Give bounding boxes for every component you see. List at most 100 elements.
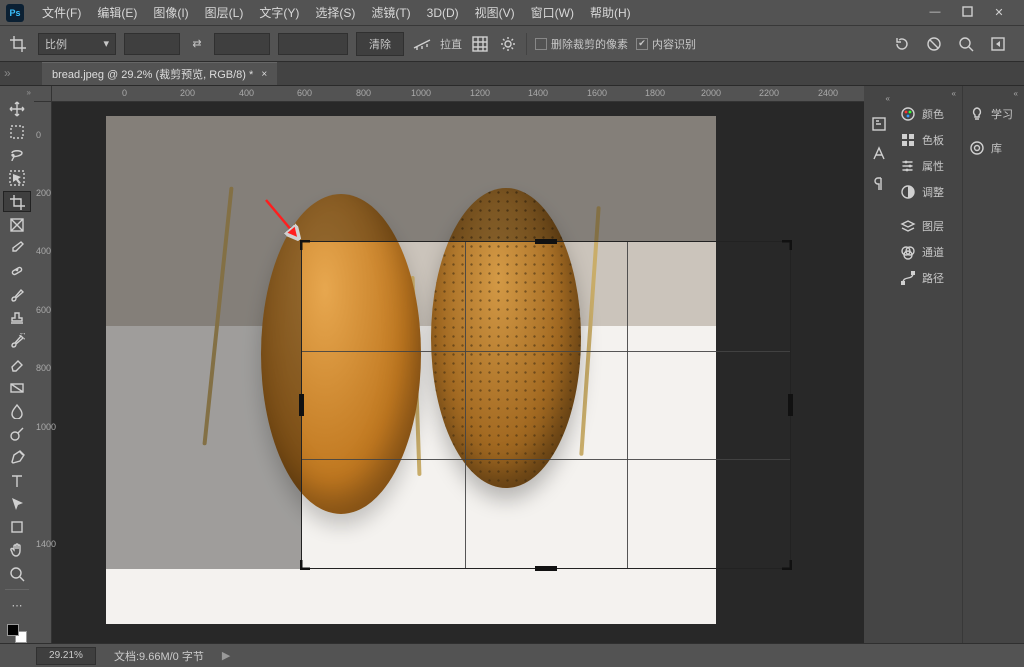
gradient-tool[interactable]: [3, 377, 31, 398]
history-brush-tool[interactable]: [3, 331, 31, 352]
panel-libraries[interactable]: 库: [963, 135, 1024, 161]
crop-handle-bottom[interactable]: [535, 566, 557, 571]
menu-edit[interactable]: 编辑(E): [89, 0, 145, 26]
crop-width-input[interactable]: [124, 33, 180, 55]
panel-color[interactable]: 颜色: [894, 101, 962, 127]
marquee-tool[interactable]: [3, 121, 31, 142]
panel-label: 路径: [922, 270, 944, 286]
crop-handle-top[interactable]: [535, 239, 557, 244]
content-aware-label: 内容识别: [652, 36, 696, 52]
paragraph-icon[interactable]: [869, 175, 889, 193]
dodge-tool[interactable]: [3, 424, 31, 445]
delete-cropped-checkbox[interactable]: 删除裁剪的像素: [535, 36, 628, 52]
pen-tool[interactable]: [3, 447, 31, 468]
crop-height-input[interactable]: [214, 33, 270, 55]
color-swatches[interactable]: [7, 624, 27, 643]
cancel-icon[interactable]: [924, 34, 944, 54]
ruler-horizontal[interactable]: 0 200 400 600 800 1000 1200 1400 1600 18…: [52, 86, 864, 102]
menu-view[interactable]: 视图(V): [467, 0, 523, 26]
menu-help[interactable]: 帮助(H): [582, 0, 639, 26]
zoom-input[interactable]: 29.21%: [36, 647, 96, 665]
move-tool[interactable]: [3, 98, 31, 119]
hand-tool[interactable]: [3, 540, 31, 561]
panel-strip-tabs: «: [864, 86, 894, 643]
crop-handle-tl[interactable]: [300, 240, 314, 254]
ruler-tick: 1400: [528, 88, 548, 98]
crop-marquee[interactable]: [301, 241, 791, 569]
panel-adjustments[interactable]: 调整: [894, 179, 962, 205]
blur-tool[interactable]: [3, 400, 31, 421]
ruler-tick: 600: [36, 305, 51, 315]
panel-layers[interactable]: 图层: [894, 213, 962, 239]
crop-handle-left[interactable]: [299, 394, 304, 416]
zoom-tool[interactable]: [3, 563, 31, 584]
menu-filter[interactable]: 滤镜(T): [363, 0, 418, 26]
content-aware-checkbox[interactable]: ✔ 内容识别: [636, 36, 696, 52]
swap-dimensions-button[interactable]: ⇄: [188, 37, 206, 50]
maximize-button[interactable]: [960, 6, 974, 20]
options-bar: 比例 ▾ ⇄ 清除 拉直 删除裁剪的像素 ✔ 内容识别: [0, 26, 1024, 62]
crop-handle-tr[interactable]: [778, 240, 792, 254]
crop-tool[interactable]: [3, 191, 31, 212]
document-tab[interactable]: bread.jpeg @ 29.2% (裁剪预览, RGB/8) * ×: [42, 62, 277, 85]
lasso-tool[interactable]: [3, 145, 31, 166]
crop-resolution-input[interactable]: [278, 33, 348, 55]
cc-libraries-icon: [969, 140, 985, 156]
expand-panels-icon[interactable]: «: [1008, 86, 1024, 101]
straighten-icon[interactable]: [412, 34, 432, 54]
ruler-vertical[interactable]: 0 200 400 600 800 1000 1400: [34, 102, 52, 643]
share-icon[interactable]: [988, 34, 1008, 54]
panel-properties[interactable]: 属性: [894, 153, 962, 179]
close-tab-icon[interactable]: ×: [261, 69, 267, 80]
crop-handle-bl[interactable]: [300, 556, 314, 570]
toolbox-collapse[interactable]: »: [27, 88, 34, 97]
clear-button[interactable]: 清除: [356, 32, 404, 56]
stamp-tool[interactable]: [3, 307, 31, 328]
status-menu-icon[interactable]: ▶: [222, 649, 230, 662]
panel-label: 学习: [991, 106, 1013, 122]
menu-window[interactable]: 窗口(W): [523, 0, 582, 26]
ruler-tick: 200: [180, 88, 195, 98]
ruler-origin[interactable]: [34, 86, 52, 102]
menu-file[interactable]: 文件(F): [34, 0, 89, 26]
shape-tool[interactable]: [3, 517, 31, 538]
healing-tool[interactable]: [3, 261, 31, 282]
aspect-ratio-dropdown[interactable]: 比例 ▾: [38, 33, 116, 55]
menu-type[interactable]: 文字(Y): [251, 0, 307, 26]
menu-image[interactable]: 图像(I): [145, 0, 196, 26]
panel-paths[interactable]: 路径: [894, 265, 962, 291]
frame-tool[interactable]: [3, 214, 31, 235]
search-icon[interactable]: [956, 34, 976, 54]
eyedropper-tool[interactable]: [3, 238, 31, 259]
ruler-tick: 200: [36, 188, 51, 198]
expand-panels-icon[interactable]: «: [946, 86, 962, 101]
panel-label: 库: [991, 140, 1002, 156]
panel-learn[interactable]: 学习: [963, 101, 1024, 127]
lightbulb-icon: [969, 106, 985, 122]
path-select-tool[interactable]: [3, 493, 31, 514]
menu-3d[interactable]: 3D(D): [419, 0, 467, 26]
grid-overlay-icon[interactable]: [470, 34, 490, 54]
edit-toolbar[interactable]: ⋯: [3, 595, 31, 616]
expand-panels-icon[interactable]: «: [886, 94, 894, 103]
character-icon[interactable]: [869, 145, 889, 163]
panel-channels[interactable]: 通道: [894, 239, 962, 265]
properties-icon[interactable]: [869, 115, 889, 133]
brush-tool[interactable]: [3, 284, 31, 305]
quick-select-tool[interactable]: [3, 168, 31, 189]
menu-layer[interactable]: 图层(L): [197, 0, 252, 26]
reset-icon[interactable]: [892, 34, 912, 54]
minimize-button[interactable]: —: [928, 6, 942, 20]
crop-handle-right[interactable]: [788, 394, 793, 416]
panel-label: 色板: [922, 132, 944, 148]
close-button[interactable]: ✕: [992, 6, 1006, 20]
tabbar-handle[interactable]: »: [4, 66, 11, 80]
eraser-tool[interactable]: [3, 354, 31, 375]
panel-swatches[interactable]: 色板: [894, 127, 962, 153]
type-tool[interactable]: [3, 470, 31, 491]
crop-handle-br[interactable]: [778, 556, 792, 570]
status-bar: 29.21% 文档:9.66M/0 字节 ▶: [0, 643, 1024, 667]
checkbox-box-checked: ✔: [636, 38, 648, 50]
gear-icon[interactable]: [498, 34, 518, 54]
menu-select[interactable]: 选择(S): [307, 0, 363, 26]
